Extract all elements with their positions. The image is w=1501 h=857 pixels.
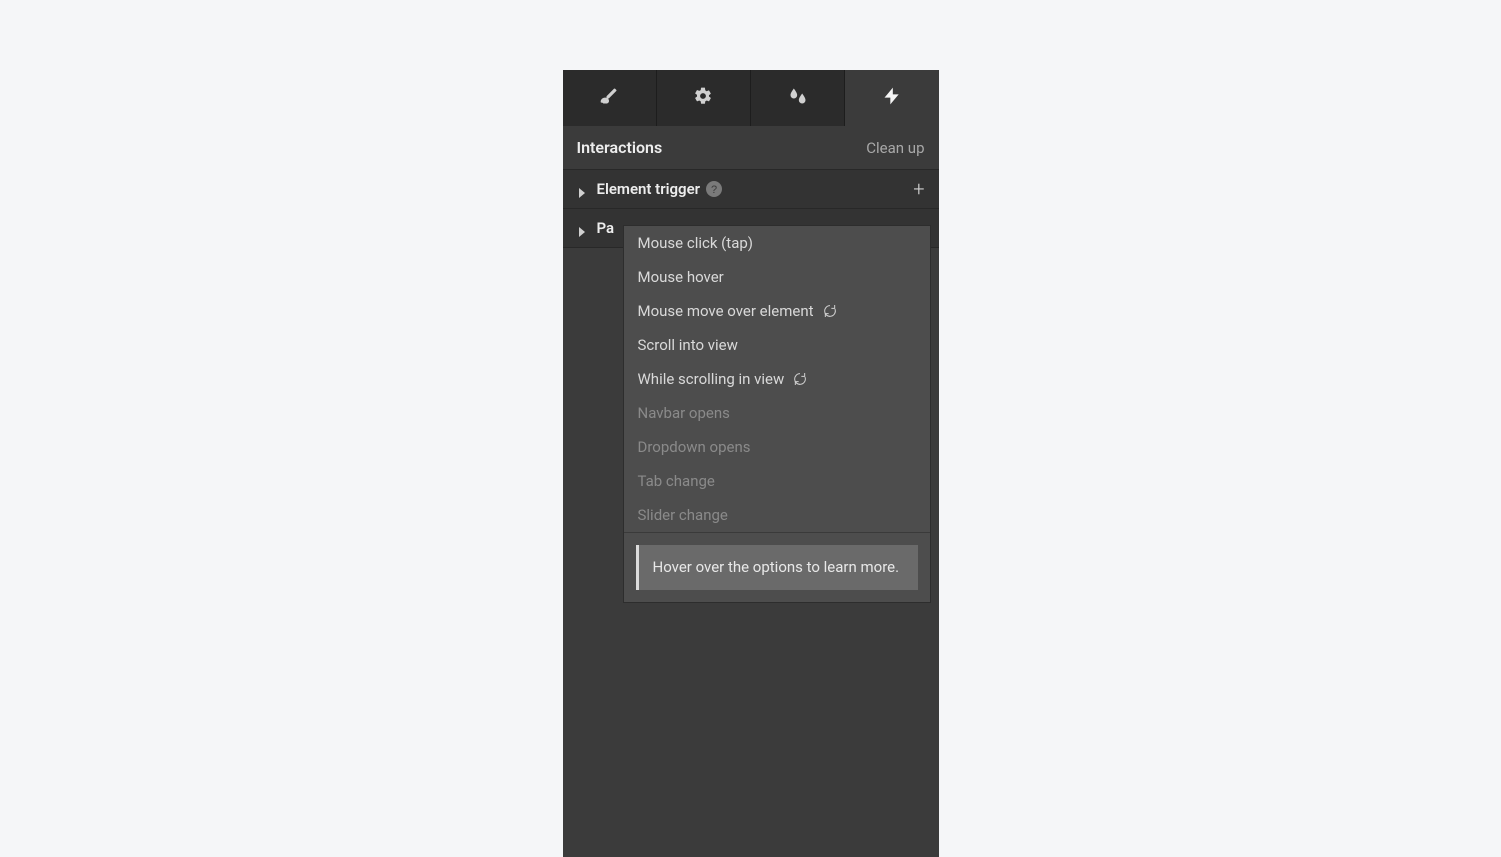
add-trigger-button[interactable]: + <box>913 179 924 199</box>
dropdown-item-label: Mouse hover <box>638 268 724 286</box>
dropdown-item-label: While scrolling in view <box>638 370 785 388</box>
panel-tabs <box>563 70 939 126</box>
gear-icon <box>693 86 713 110</box>
refresh-icon <box>792 371 808 387</box>
tab-effects[interactable] <box>751 70 845 126</box>
help-icon[interactable]: ? <box>706 181 722 197</box>
brush-icon <box>599 86 619 110</box>
refresh-icon <box>822 303 838 319</box>
dropdown-item: Dropdown opens <box>624 430 930 464</box>
lightning-icon <box>882 86 902 110</box>
tab-style[interactable] <box>563 70 657 126</box>
svg-text:?: ? <box>711 184 717 196</box>
cleanup-link[interactable]: Clean up <box>866 139 924 157</box>
tab-settings[interactable] <box>657 70 751 126</box>
page-trigger-label-truncated: Pa <box>597 219 615 237</box>
element-trigger-row[interactable]: Element trigger ? + <box>563 169 939 208</box>
dropdown-item[interactable]: Mouse click (tap) <box>624 226 930 260</box>
dropdown-item[interactable]: Mouse hover <box>624 260 930 294</box>
dropdown-item[interactable]: While scrolling in view <box>624 362 930 396</box>
dropdown-item-label: Dropdown opens <box>638 438 751 456</box>
dropdown-item: Navbar opens <box>624 396 930 430</box>
interactions-panel: Interactions Clean up Element trigger ? … <box>563 70 939 857</box>
dropdown-item: Slider change <box>624 498 930 532</box>
chevron-right-icon <box>577 223 587 233</box>
chevron-right-icon <box>577 184 587 194</box>
dropdown-hint: Hover over the options to learn more. <box>636 545 918 590</box>
panel-title: Interactions <box>577 138 663 157</box>
dropdown-item[interactable]: Mouse move over element <box>624 294 930 328</box>
dropdown-item-label: Mouse move over element <box>638 302 814 320</box>
dropdown-item-label: Tab change <box>638 472 715 490</box>
droplets-icon <box>788 86 808 110</box>
element-trigger-label: Element trigger <box>597 180 701 198</box>
dropdown-item-label: Slider change <box>638 506 728 524</box>
trigger-dropdown: Mouse click (tap) Mouse hover Mouse move o… <box>623 225 931 603</box>
section-header: Interactions Clean up <box>563 126 939 169</box>
dropdown-item-label: Navbar opens <box>638 404 730 422</box>
dropdown-separator <box>624 532 930 533</box>
tab-interactions[interactable] <box>845 70 938 126</box>
dropdown-item-label: Scroll into view <box>638 336 738 354</box>
dropdown-item: Tab change <box>624 464 930 498</box>
dropdown-item-label: Mouse click (tap) <box>638 234 754 252</box>
dropdown-item[interactable]: Scroll into view <box>624 328 930 362</box>
